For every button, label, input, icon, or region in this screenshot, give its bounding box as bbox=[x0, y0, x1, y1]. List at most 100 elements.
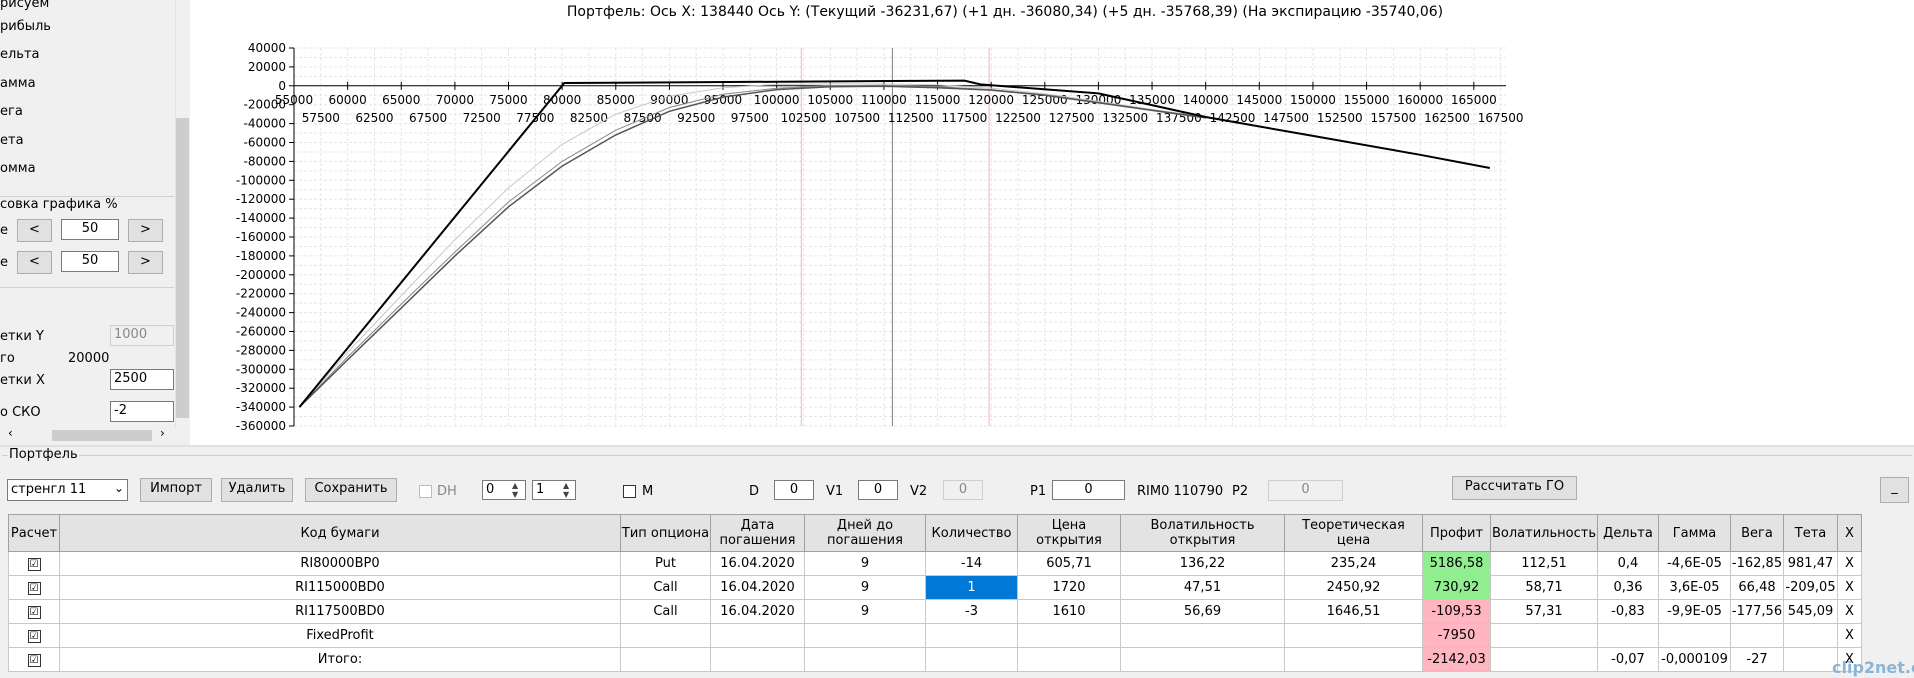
horizontal-scroll-thumb[interactable] bbox=[52, 430, 152, 441]
y-tick-label: -240000 bbox=[236, 306, 286, 320]
p2-input[interactable]: 0 bbox=[1268, 480, 1343, 501]
calculate-go-button[interactable]: Рассчитать ГО bbox=[1452, 476, 1577, 500]
scale-row2-next-button[interactable]: > bbox=[128, 251, 163, 274]
m-checkbox[interactable] bbox=[623, 485, 636, 498]
cell-theta bbox=[1783, 647, 1838, 672]
cell-x[interactable]: X bbox=[1837, 623, 1862, 648]
calc-checkbox[interactable]: ☑ bbox=[8, 551, 60, 576]
calc-checkbox[interactable]: ☑ bbox=[8, 623, 60, 648]
cell-theo bbox=[1284, 623, 1423, 648]
y-tick-label: -280000 bbox=[236, 343, 286, 357]
option-draw[interactable]: рисуем bbox=[0, 0, 49, 11]
checkbox-checked-icon[interactable]: ☑ bbox=[27, 654, 41, 667]
option-vega[interactable]: ега bbox=[0, 104, 23, 119]
cell-qty[interactable]: -3 bbox=[925, 599, 1018, 624]
col-theo[interactable]: Теоретическая цена bbox=[1284, 514, 1423, 552]
cell-code: RI115000BD0 bbox=[59, 575, 621, 600]
cell-date bbox=[710, 647, 805, 672]
col-days[interactable]: Дней до погашения bbox=[804, 514, 926, 552]
cell-vol bbox=[1490, 647, 1598, 672]
cell-x[interactable]: X bbox=[1837, 551, 1862, 576]
option-delta[interactable]: ельта bbox=[0, 47, 40, 62]
checkbox-checked-icon[interactable]: ☑ bbox=[27, 630, 41, 643]
col-qty[interactable]: Количество bbox=[925, 514, 1018, 552]
x-tick-label: 165000 bbox=[1451, 93, 1497, 107]
combo-dropdown-icon[interactable]: ⌄ bbox=[114, 481, 124, 495]
cell-qty[interactable]: -14 bbox=[925, 551, 1018, 576]
series-line bbox=[299, 83, 1206, 408]
spin2-input[interactable]: 1 bbox=[532, 480, 576, 500]
col-price[interactable]: Цена открытия bbox=[1017, 514, 1121, 552]
col-delta[interactable]: Дельта bbox=[1597, 514, 1659, 552]
col-date[interactable]: Дата погашения bbox=[710, 514, 805, 552]
minimize-button[interactable]: _ bbox=[1880, 477, 1909, 503]
spin2-arrows-icon[interactable]: ▲ ▼ bbox=[563, 481, 569, 499]
spin1-input[interactable]: 0 bbox=[482, 480, 526, 500]
x-tick-label: 157500 bbox=[1370, 111, 1416, 125]
v2-input[interactable]: 0 bbox=[943, 480, 983, 500]
p1-input[interactable]: 0 bbox=[1052, 480, 1125, 500]
cell-qty[interactable] bbox=[925, 647, 1018, 672]
table-row[interactable]: ☑ FixedProfit -7950 X bbox=[8, 623, 1862, 648]
x-tick-label: 115000 bbox=[915, 93, 961, 107]
option-vomma[interactable]: омма bbox=[0, 161, 36, 176]
x-tick-label: 132500 bbox=[1102, 111, 1148, 125]
col-vol-open[interactable]: Волатильность открытия bbox=[1120, 514, 1285, 552]
d-input[interactable]: 0 bbox=[774, 480, 814, 500]
scroll-right-icon[interactable]: › bbox=[160, 426, 165, 440]
table-row[interactable]: ☑ RI117500BD0 Call 16.04.2020 9 -3 1610 56,69 16… bbox=[8, 599, 1862, 624]
scroll-left-icon[interactable]: ‹ bbox=[8, 426, 13, 440]
dh-checkbox[interactable] bbox=[419, 485, 432, 498]
cell-profit: -7950 bbox=[1422, 623, 1491, 648]
spin1-arrows-icon[interactable]: ▲ ▼ bbox=[512, 481, 518, 499]
col-vega[interactable]: Вега bbox=[1730, 514, 1784, 552]
calc-checkbox[interactable]: ☑ bbox=[8, 575, 60, 600]
scale-row2-input[interactable]: 50 bbox=[61, 251, 119, 272]
calc-checkbox[interactable]: ☑ bbox=[8, 599, 60, 624]
scale-row1-prev-button[interactable]: < bbox=[17, 219, 52, 242]
calc-checkbox[interactable]: ☑ bbox=[8, 647, 60, 672]
x-tick-label: 145000 bbox=[1236, 93, 1282, 107]
cell-x[interactable]: X bbox=[1837, 575, 1862, 600]
col-code[interactable]: Код бумаги bbox=[59, 514, 621, 552]
v1-input[interactable]: 0 bbox=[858, 480, 898, 500]
col-x[interactable]: X bbox=[1837, 514, 1862, 552]
col-vol[interactable]: Волатильность bbox=[1490, 514, 1598, 552]
cell-qty[interactable]: 1 bbox=[925, 575, 1018, 600]
checkbox-checked-icon[interactable]: ☑ bbox=[27, 558, 41, 571]
scale-row2-prev-button[interactable]: < bbox=[17, 251, 52, 274]
col-profit[interactable]: Профит bbox=[1422, 514, 1491, 552]
col-calc[interactable]: Расчет bbox=[8, 514, 60, 552]
checkbox-checked-icon[interactable]: ☑ bbox=[27, 606, 41, 619]
series-line bbox=[298, 79, 1491, 408]
x-tick-label: 102500 bbox=[781, 111, 827, 125]
y-tick-label: 40000 bbox=[248, 41, 286, 55]
portfolio-combo[interactable]: стренгл 11 bbox=[7, 479, 128, 501]
table-row[interactable]: ☑ Итого: -2142,03 -0,07 -0,000109 -27 X bbox=[8, 647, 1862, 672]
col-theta[interactable]: Тета bbox=[1783, 514, 1838, 552]
cell-date: 16.04.2020 bbox=[710, 551, 805, 576]
option-theta[interactable]: ета bbox=[0, 133, 24, 148]
x-tick-label: 117500 bbox=[941, 111, 987, 125]
option-profit[interactable]: рибыль bbox=[0, 19, 51, 34]
y-tick-label: -40000 bbox=[243, 117, 286, 131]
scale-row1-next-button[interactable]: > bbox=[128, 219, 163, 242]
grid-y-input[interactable]: 1000 bbox=[110, 325, 174, 346]
save-button[interactable]: Сохранить bbox=[305, 478, 397, 502]
table-row[interactable]: ☑ RI80000BP0 Put 16.04.2020 9 -14 605,71 136,22… bbox=[8, 551, 1862, 576]
import-button[interactable]: Импорт bbox=[140, 478, 212, 502]
col-gamma[interactable]: Гамма bbox=[1658, 514, 1731, 552]
cell-price: 605,71 bbox=[1017, 551, 1121, 576]
sko-input[interactable]: -2 bbox=[110, 401, 174, 422]
cell-qty[interactable] bbox=[925, 623, 1018, 648]
scale-row1-input[interactable]: 50 bbox=[61, 219, 119, 240]
payoff-chart-area: Портфель: Ось X: 138440 Ось Y: (Текущий … bbox=[190, 0, 1914, 445]
option-gamma[interactable]: амма bbox=[0, 76, 36, 91]
grid-x-input[interactable]: 2500 bbox=[110, 369, 174, 390]
delete-button[interactable]: Удалить bbox=[221, 478, 293, 502]
col-type[interactable]: Тип опциона bbox=[620, 514, 711, 552]
cell-x[interactable]: X bbox=[1837, 599, 1862, 624]
table-row[interactable]: ☑ RI115000BD0 Call 16.04.2020 9 1 1720 47,51 245… bbox=[8, 575, 1862, 600]
checkbox-checked-icon[interactable]: ☑ bbox=[27, 582, 41, 595]
vertical-scroll-thumb[interactable] bbox=[176, 118, 189, 418]
